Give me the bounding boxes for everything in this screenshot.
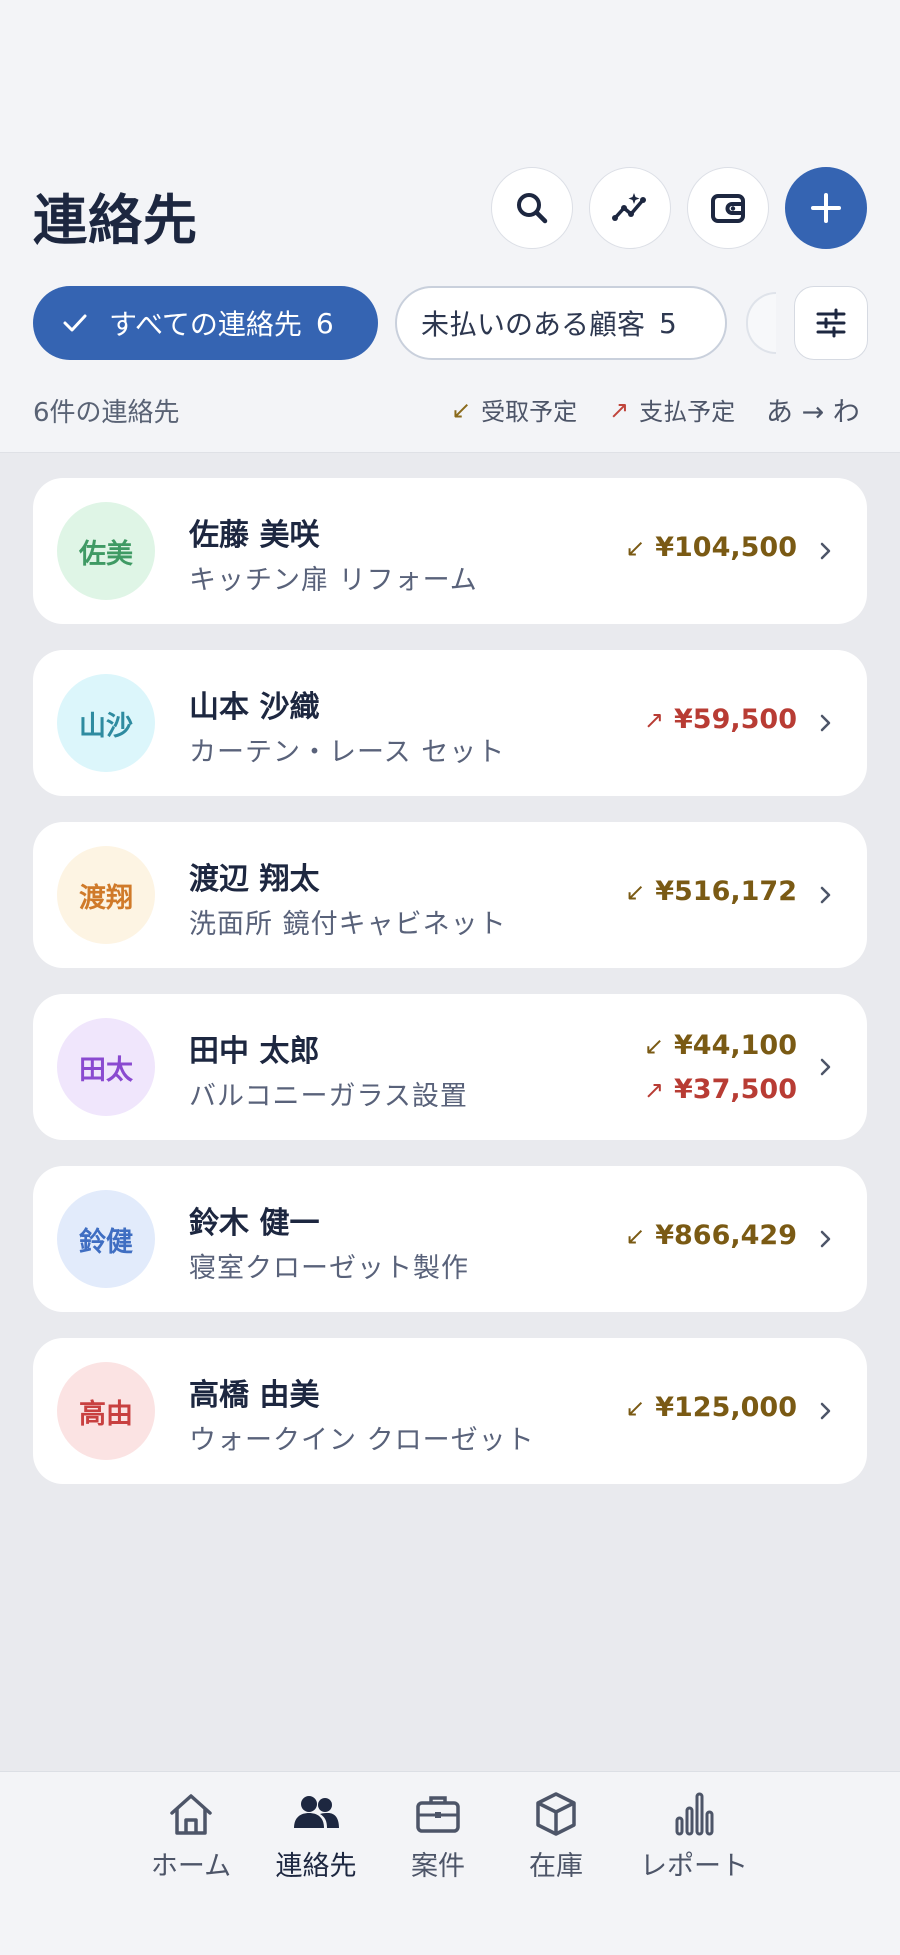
filter-chip-count: 6: [315, 306, 334, 340]
legend-pay: ↗ 支払予定: [609, 392, 735, 427]
filter-settings-button[interactable]: [794, 286, 868, 360]
nav-label: レポート: [640, 1851, 748, 1882]
sliders-icon: [816, 308, 846, 338]
amount-receive: ↙ ¥44,100: [644, 1030, 797, 1061]
filter-chip-label: 未払いのある顧客: [421, 308, 646, 341]
sort-order-toggle[interactable]: あ → わ: [766, 390, 860, 429]
pay-arrow-icon: ↗: [643, 705, 665, 734]
avatar: 鈴健: [57, 1190, 155, 1288]
avatar: 渡翔: [57, 846, 155, 944]
contact-project: ウォークイン クローゼット: [189, 1425, 535, 1456]
amount-value: ¥37,500: [674, 1074, 797, 1105]
contact-card[interactable]: 高由 高橋 由美ウォークイン クローゼット ↙ ¥125,000: [33, 1338, 867, 1484]
amount-value: ¥59,500: [674, 704, 797, 735]
search-button[interactable]: [491, 167, 573, 249]
header-area: 連絡先 すべての連絡先 6 未払いのある顧客 5 6件の連絡先 ↙ 受取予定 ↗…: [0, 0, 900, 453]
nav-home[interactable]: ホーム: [136, 1788, 246, 1883]
contact-project: バルコニーガラス設置: [189, 1081, 468, 1112]
chevron-right-icon: [820, 1402, 831, 1420]
page-title: 連絡先: [33, 189, 198, 252]
bar-chart-icon: [675, 1792, 714, 1836]
contact-card[interactable]: 渡翔 渡辺 翔太洗面所 鏡付キャビネット ↙ ¥516,172: [33, 822, 867, 968]
amount-value: ¥516,172: [655, 876, 797, 907]
contact-name: 田中 太郎: [189, 1034, 320, 1069]
legend-pay-label: 支払予定: [639, 398, 736, 426]
amount-value: ¥44,100: [674, 1030, 797, 1061]
amount-pay: ↗ ¥59,500: [644, 704, 797, 735]
check-icon: [63, 314, 87, 332]
chevron-right-icon: [820, 714, 831, 732]
avatar: 山沙: [57, 674, 155, 772]
receive-arrow-icon: ↙: [451, 395, 472, 424]
contact-name: 山本 沙織: [189, 690, 320, 725]
filter-chip-all-contacts[interactable]: すべての連絡先 6: [33, 286, 378, 360]
insights-button[interactable]: [589, 167, 671, 249]
nav-label: 在庫: [529, 1851, 583, 1882]
nav-label: 案件: [411, 1851, 465, 1882]
nav-label: 連絡先: [275, 1851, 357, 1882]
bottom-nav: ホーム 連絡先 案件 在庫 レポート: [0, 1771, 900, 1955]
chevron-right-icon: [820, 1230, 831, 1248]
nav-contacts[interactable]: 連絡先: [261, 1788, 371, 1883]
amount-value: ¥866,429: [655, 1220, 797, 1251]
contact-card[interactable]: 佐美 佐藤 美咲キッチン扉 リフォーム ↙ ¥104,500: [33, 478, 867, 624]
chevron-right-icon: [820, 1058, 831, 1076]
contact-count: 6件の連絡先: [33, 398, 180, 428]
filter-chip-partial[interactable]: [746, 292, 776, 354]
filter-chip-count: 5: [659, 306, 677, 340]
amount-value: ¥104,500: [655, 532, 797, 563]
amount-pay: ↗ ¥37,500: [644, 1074, 797, 1105]
contact-project: キッチン扉 リフォーム: [189, 565, 478, 596]
search-icon: [517, 193, 548, 224]
avatar: 佐美: [57, 502, 155, 600]
box-icon: [536, 1792, 576, 1836]
filter-chip-unpaid-customers[interactable]: 未払いのある顧客 5: [395, 286, 727, 360]
amount-receive: ↙ ¥866,429: [625, 1220, 797, 1251]
legend-receive: ↙ 受取予定: [451, 392, 577, 427]
amount-value: ¥125,000: [655, 1392, 797, 1423]
amount-receive: ↙ ¥104,500: [625, 532, 797, 563]
contact-project: 洗面所 鏡付キャビネット: [189, 909, 507, 940]
receive-arrow-icon: ↙: [625, 533, 646, 562]
receive-arrow-icon: ↙: [625, 1221, 646, 1250]
contact-name: 鈴木 健一: [189, 1206, 320, 1241]
nav-inventory[interactable]: 在庫: [501, 1788, 611, 1883]
receive-arrow-icon: ↙: [643, 1031, 665, 1060]
contact-name: 渡辺 翔太: [189, 862, 320, 897]
add-contact-button[interactable]: [785, 167, 867, 249]
contact-project: 寝室クローゼット製作: [189, 1253, 469, 1284]
pay-arrow-icon: ↗: [609, 395, 630, 424]
filter-chip-label: すべての連絡先: [109, 308, 302, 341]
contact-card[interactable]: 田太 田中 太郎バルコニーガラス設置 ↙ ¥44,100 ↗ ¥37,500: [33, 994, 867, 1140]
amount-receive: ↙ ¥516,172: [625, 876, 797, 907]
amount-receive: ↙ ¥125,000: [625, 1392, 797, 1423]
chevron-right-icon: [820, 542, 831, 560]
nav-reports[interactable]: レポート: [639, 1788, 749, 1883]
avatar: 高由: [57, 1362, 155, 1460]
contact-card[interactable]: 鈴健 鈴木 健一寝室クローゼット製作 ↙ ¥866,429: [33, 1166, 867, 1312]
contact-project: カーテン・レース セット: [189, 737, 506, 768]
contacts-icon: [294, 1796, 339, 1828]
home-icon: [170, 1794, 212, 1835]
legend-receive-label: 受取予定: [481, 398, 578, 426]
chevron-right-icon: [820, 886, 831, 904]
nav-label: ホーム: [150, 1851, 232, 1882]
contact-card[interactable]: 山沙 山本 沙織カーテン・レース セット ↗ ¥59,500: [33, 650, 867, 796]
wallet-icon: [711, 194, 745, 223]
plus-icon: [811, 193, 841, 223]
pay-arrow-icon: ↗: [643, 1075, 665, 1104]
avatar: 田太: [57, 1018, 155, 1116]
nav-projects[interactable]: 案件: [383, 1788, 493, 1883]
contact-name: 佐藤 美咲: [189, 518, 320, 553]
sparkle-chart-icon: [612, 193, 646, 221]
receive-arrow-icon: ↙: [625, 877, 646, 906]
wallet-button[interactable]: [687, 167, 769, 249]
briefcase-icon: [416, 1796, 460, 1833]
receive-arrow-icon: ↙: [625, 1393, 646, 1422]
contact-name: 高橋 由美: [189, 1378, 320, 1413]
